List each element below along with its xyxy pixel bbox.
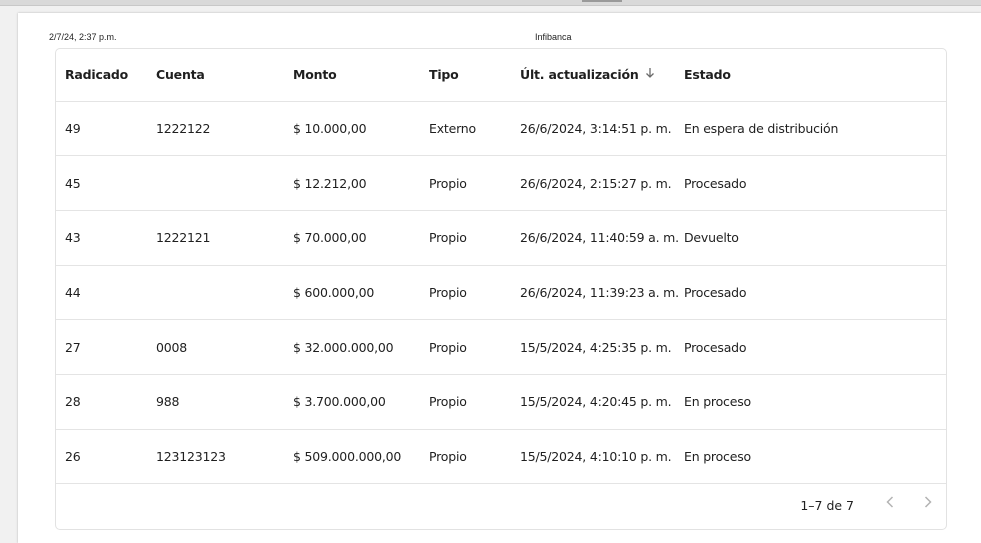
cell-cuenta	[147, 155, 284, 211]
cell-ultima-actualizacion: 26/6/2024, 11:40:59 a. m.	[511, 210, 679, 266]
chevron-left-icon[interactable]	[879, 493, 901, 517]
chevron-right-icon[interactable]	[917, 493, 939, 517]
cell-tipo: Propio	[420, 429, 511, 485]
cell-radicado: 28	[56, 374, 147, 430]
cell-radicado: 26	[56, 429, 147, 485]
cell-radicado: 49	[56, 101, 147, 157]
cell-estado: Procesado	[675, 319, 946, 375]
pagination-range: 1–7 de 7	[800, 498, 854, 513]
cell-cuenta: 1222122	[147, 101, 284, 157]
cell-ultima-actualizacion: 26/6/2024, 3:14:51 p. m.	[511, 101, 675, 157]
browser-top-strip	[0, 0, 981, 6]
transactions-table: Radicado Cuenta Monto Tipo Últ. actualiz…	[56, 49, 946, 485]
print-page: 2/7/24, 2:37 p.m. Infibanca Radicado Cue…	[18, 13, 981, 543]
cell-estado: Devuelto	[675, 210, 946, 266]
table-row[interactable]: 44 $ 600.000,00 Propio 26/6/2024, 11:39:…	[56, 265, 946, 321]
table-row[interactable]: 26 123123123 $ 509.000.000,00 Propio 15/…	[56, 429, 946, 485]
table-row[interactable]: 27 0008 $ 32.000.000,00 Propio 15/5/2024…	[56, 319, 946, 375]
cell-cuenta: 123123123	[147, 429, 284, 485]
cell-monto: $ 600.000,00	[284, 265, 420, 321]
cell-monto: $ 32.000.000,00	[284, 319, 420, 375]
cell-estado: En proceso	[675, 429, 946, 485]
table-row[interactable]: 49 1222122 $ 10.000,00 Externo 26/6/2024…	[56, 101, 946, 157]
cell-monto: $ 10.000,00	[284, 101, 420, 157]
cell-tipo: Externo	[420, 101, 511, 157]
column-header-ultima-actualizacion[interactable]: Últ. actualización	[511, 49, 675, 102]
column-header-cuenta[interactable]: Cuenta	[147, 49, 284, 102]
table-row[interactable]: 43 1222121 $ 70.000,00 Propio 26/6/2024,…	[56, 210, 946, 266]
cell-cuenta: 1222121	[147, 210, 284, 266]
cell-ultima-actualizacion: 15/5/2024, 4:25:35 p. m.	[511, 319, 675, 375]
table-row[interactable]: 45 $ 12.212,00 Propio 26/6/2024, 2:15:27…	[56, 155, 946, 211]
cell-tipo: Propio	[420, 374, 511, 430]
table-header-row: Radicado Cuenta Monto Tipo Últ. actualiz…	[56, 49, 946, 102]
column-header-estado[interactable]: Estado	[675, 49, 946, 102]
cell-estado: Procesado	[675, 155, 946, 211]
cell-ultima-actualizacion: 15/5/2024, 4:10:10 p. m.	[511, 429, 675, 485]
arrow-down-icon[interactable]	[645, 67, 655, 82]
print-date: 2/7/24, 2:37 p.m.	[49, 32, 117, 42]
cell-ultima-actualizacion: 26/6/2024, 11:39:23 a. m.	[511, 265, 679, 321]
table-pagination: 1–7 de 7	[56, 481, 946, 529]
cell-estado: Procesado	[675, 265, 946, 321]
cell-radicado: 45	[56, 155, 147, 211]
cell-estado: En proceso	[675, 374, 946, 430]
cell-radicado: 44	[56, 265, 147, 321]
cell-monto: $ 3.700.000,00	[284, 374, 420, 430]
browser-tab-indicator	[582, 0, 622, 2]
cell-ultima-actualizacion: 26/6/2024, 2:15:27 p. m.	[511, 155, 675, 211]
cell-tipo: Propio	[420, 265, 511, 321]
cell-monto: $ 12.212,00	[284, 155, 420, 211]
cell-ultima-actualizacion: 15/5/2024, 4:20:45 p. m.	[511, 374, 675, 430]
column-header-monto[interactable]: Monto	[284, 49, 420, 102]
print-title: Infibanca	[535, 32, 572, 42]
cell-tipo: Propio	[420, 210, 511, 266]
cell-monto: $ 509.000.000,00	[284, 429, 420, 485]
cell-estado: En espera de distribución	[675, 101, 946, 157]
column-header-tipo[interactable]: Tipo	[420, 49, 511, 102]
column-header-radicado[interactable]: Radicado	[56, 49, 147, 102]
cell-tipo: Propio	[420, 155, 511, 211]
cell-monto: $ 70.000,00	[284, 210, 420, 266]
cell-cuenta: 0008	[147, 319, 284, 375]
table-row[interactable]: 28 988 $ 3.700.000,00 Propio 15/5/2024, …	[56, 374, 946, 430]
cell-cuenta	[147, 265, 284, 321]
cell-cuenta: 988	[147, 374, 284, 430]
cell-radicado: 27	[56, 319, 147, 375]
cell-tipo: Propio	[420, 319, 511, 375]
transactions-table-card: Radicado Cuenta Monto Tipo Últ. actualiz…	[55, 48, 947, 530]
cell-radicado: 43	[56, 210, 147, 266]
